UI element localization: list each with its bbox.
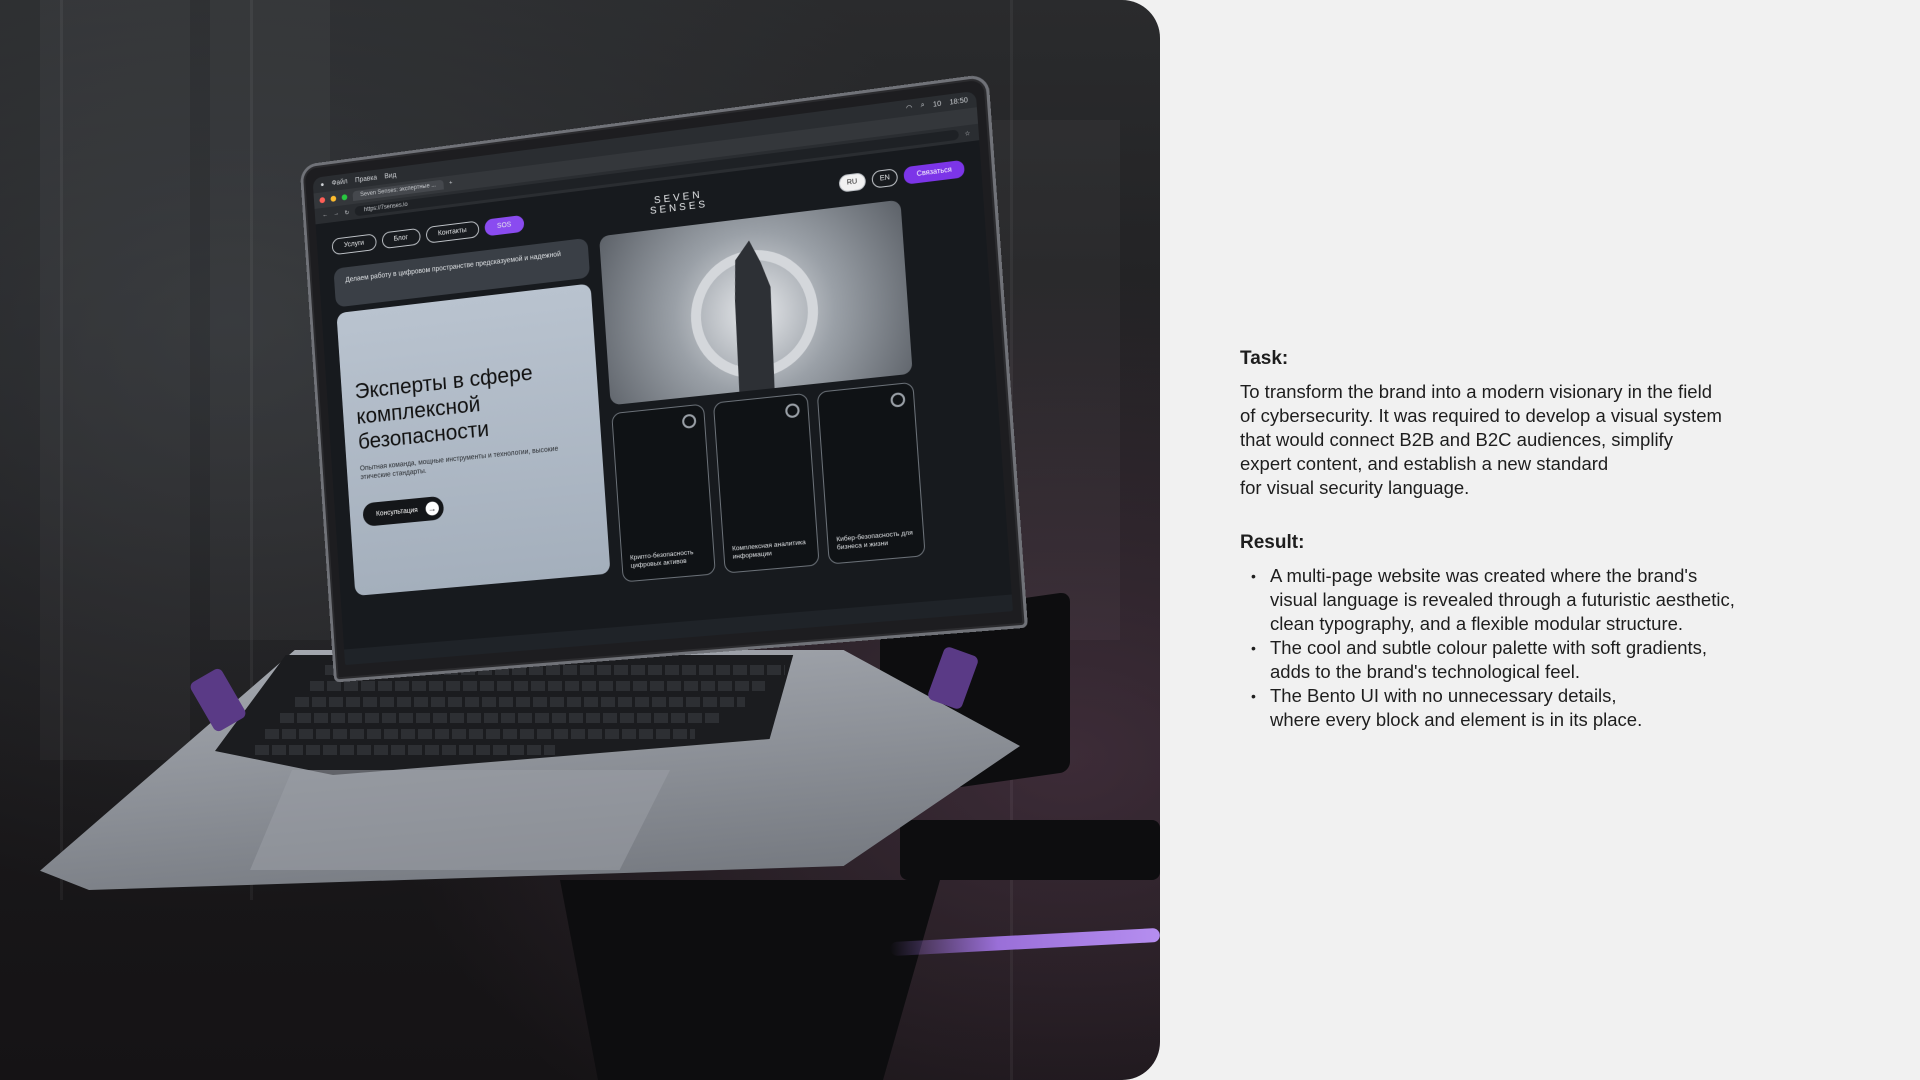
lang-en: EN (870, 167, 899, 189)
apple-icon: ● (320, 180, 325, 189)
website: Услуги Блог Контакты SOS SEVEN SENSES RU… (315, 140, 1012, 650)
site-logo: SEVEN SENSES (649, 189, 709, 217)
result-item: A multi-page website was created where t… (1240, 564, 1840, 636)
anubis-figure-image (599, 199, 913, 406)
key-row (255, 745, 555, 755)
analytics-card-label: Комплексная аналитика информации (731, 539, 806, 561)
nav-blog: Блог (381, 227, 421, 249)
laptop-lid: ● Файл Правка Вид ◠ ⌕ 10 18:50 Seven Sen… (299, 73, 1028, 683)
bento-grid: Делаем работу в цифровом пространстве пр… (333, 192, 994, 637)
close-window-icon (319, 196, 326, 204)
task-text: To transform the brand into a modern vis… (1240, 381, 1722, 498)
back-icon: ← (322, 212, 329, 219)
lang-ru: RU (837, 171, 866, 193)
result-item: The Bento UI with no unnecessary details… (1240, 684, 1840, 732)
new-tab-icon: + (448, 180, 453, 187)
result-item: The cool and subtle colour palette with … (1240, 636, 1840, 684)
consultation-button: Консультация → (362, 495, 445, 527)
analytics-icon (784, 402, 801, 419)
contact-cta: Связаться (903, 159, 965, 185)
mac-menu-file: Файл (331, 177, 348, 187)
anubis-figure (599, 200, 913, 406)
hero-title: Эксперты в сфере комплексной безопасност… (353, 359, 534, 455)
key-row (280, 713, 720, 723)
crypto-card: Крипто-безопасность цифровых активов (611, 403, 716, 583)
crypto-card-label: Крипто-безопасность цифровых активов (629, 549, 694, 570)
stand-arm (900, 820, 1160, 880)
cyber-icon (890, 391, 906, 408)
reload-icon: ↻ (344, 209, 350, 217)
battery-level: 10 (932, 100, 942, 109)
product-photo: ● Файл Правка Вид ◠ ⌕ 10 18:50 Seven Sen… (0, 0, 1160, 1080)
mac-menu-view: Вид (384, 171, 397, 180)
result-list: A multi-page website was created where t… (1240, 564, 1840, 732)
mac-menu-edit: Правка (354, 174, 378, 184)
key-row (310, 681, 765, 691)
arrow-right-icon: → (424, 501, 439, 517)
case-description: Task: To transform the brand into a mode… (1240, 348, 1840, 732)
nav-sos: SOS (484, 214, 525, 236)
nav-contacts: Контакты (425, 220, 480, 244)
wifi-icon: ◠ (905, 104, 913, 113)
nav-services: Услуги (331, 232, 377, 255)
search-icon: ⌕ (920, 101, 925, 110)
result-heading: Result: (1240, 532, 1305, 553)
cyber-card: Кибер-безопасность для бизнеса и жизни (816, 381, 926, 565)
maximize-window-icon (341, 194, 348, 201)
bookmark-star-icon: ☆ (964, 130, 971, 138)
analytics-card: Комплексная аналитика информации (712, 392, 820, 574)
cyber-card-label: Кибер-безопасность для бизнеса и жизни (836, 529, 914, 552)
laptop-trackpad (250, 770, 670, 870)
clock: 18:50 (949, 96, 969, 107)
consultation-label: Консультация (375, 506, 419, 518)
key-row (295, 697, 745, 707)
purple-light (889, 927, 1160, 957)
minimize-window-icon (330, 195, 337, 202)
forward-icon: → (333, 210, 340, 218)
task-heading: Task: (1240, 348, 1289, 369)
laptop-screen: ● Файл Правка Вид ◠ ⌕ 10 18:50 Seven Sen… (312, 90, 1013, 666)
hero-card: Эксперты в сфере комплексной безопасност… (336, 283, 611, 596)
crypto-icon (681, 413, 697, 429)
key-row (265, 729, 695, 739)
stand-base (560, 880, 940, 1080)
rack-rail (60, 0, 63, 900)
